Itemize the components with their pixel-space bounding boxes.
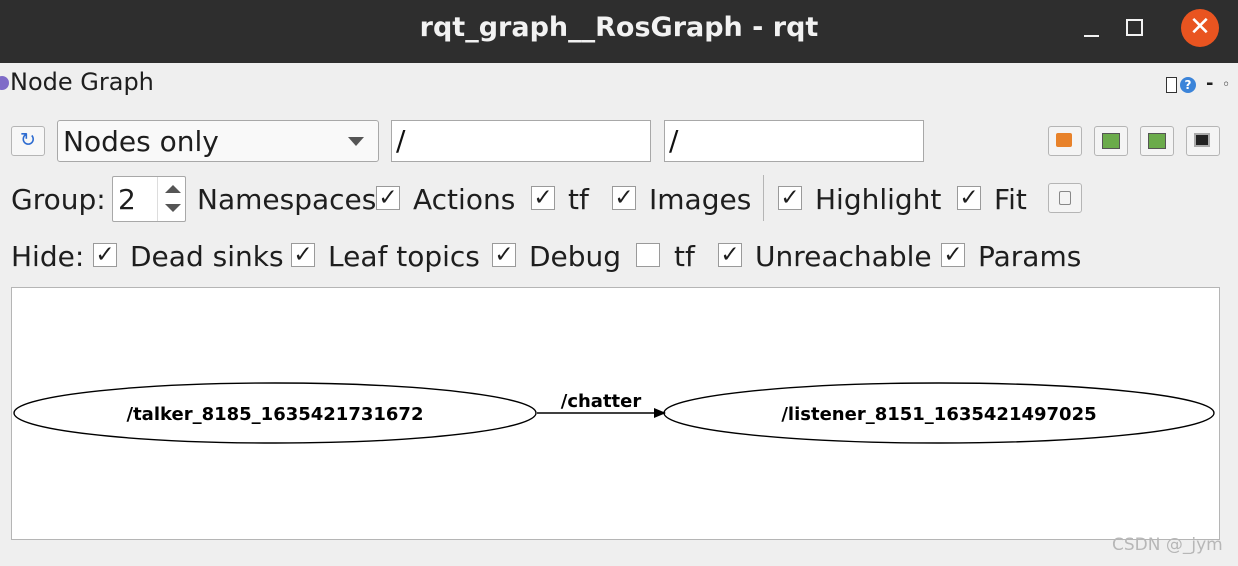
- save-dot-button[interactable]: [1094, 126, 1128, 156]
- dock-icon[interactable]: [1166, 77, 1177, 93]
- unreachable-label: Unreachable: [755, 240, 932, 273]
- group-label: Group:: [11, 183, 106, 216]
- watermark: CSDN @_jym: [1112, 535, 1223, 555]
- chevron-down-icon: [348, 137, 364, 146]
- spin-down-icon[interactable]: [165, 204, 181, 212]
- debug-checkbox[interactable]: ✓: [492, 243, 516, 267]
- namespaces-label: Namespaces: [197, 183, 377, 216]
- group-spinbox[interactable]: 2: [112, 176, 186, 222]
- minimize-button[interactable]: [1070, 10, 1110, 46]
- minimize-icon: [1084, 35, 1099, 37]
- params-checkbox[interactable]: ✓: [941, 243, 965, 267]
- topic-filter-input[interactable]: [669, 123, 914, 157]
- graph-svg: /talker_8185_1635421731672 /listener_815…: [13, 382, 1215, 444]
- graph-canvas[interactable]: /talker_8185_1635421731672 /listener_815…: [11, 287, 1220, 540]
- save-image-button[interactable]: [1186, 126, 1220, 156]
- save-image-icon: [1194, 133, 1210, 147]
- leaf-topics-checkbox[interactable]: ✓: [291, 243, 315, 267]
- plugin-icon: [0, 76, 9, 90]
- topic-filter-field[interactable]: [664, 120, 924, 162]
- spin-divider: [157, 177, 158, 221]
- images-label: Images: [649, 183, 752, 216]
- actions-checkbox[interactable]: ✓: [531, 186, 555, 210]
- float-plugin-icon[interactable]: ◦: [1222, 77, 1230, 93]
- maximize-icon: [1126, 19, 1143, 36]
- spin-up-icon[interactable]: [165, 185, 181, 193]
- refresh-button[interactable]: ↻: [11, 126, 45, 156]
- debug-label: Debug: [529, 240, 622, 273]
- save-svg-icon: [1148, 133, 1166, 149]
- graph-mode-select[interactable]: Nodes only: [57, 120, 379, 162]
- node-filter-input[interactable]: [396, 123, 641, 157]
- maximize-button[interactable]: [1113, 10, 1153, 46]
- load-dot-button[interactable]: [1048, 126, 1082, 156]
- tf-label: tf: [568, 183, 589, 216]
- hide-tf-checkbox[interactable]: [636, 243, 660, 267]
- folder-open-icon: [1056, 133, 1072, 147]
- graph-edge-label: /chatter: [561, 391, 642, 412]
- group-value: 2: [118, 183, 136, 216]
- fit-checkbox[interactable]: ✓: [957, 186, 981, 210]
- namespaces-checkbox[interactable]: ✓: [376, 186, 400, 210]
- highlight-label: Highlight: [815, 183, 942, 216]
- params-label: Params: [978, 240, 1082, 273]
- window-title: rqt_graph__RosGraph - rqt: [419, 12, 819, 43]
- highlight-checkbox[interactable]: ✓: [778, 186, 802, 210]
- fit-in-view-button[interactable]: [1048, 183, 1082, 213]
- leaf-topics-label: Leaf topics: [328, 240, 480, 273]
- options-divider: [763, 175, 764, 221]
- window-titlebar: rqt_graph__RosGraph - rqt ✕: [0, 0, 1238, 63]
- save-svg-button[interactable]: [1140, 126, 1174, 156]
- help-icon[interactable]: ?: [1180, 77, 1196, 93]
- tf-checkbox[interactable]: ✓: [612, 186, 636, 210]
- refresh-icon: ↻: [20, 129, 36, 151]
- minimize-plugin-icon[interactable]: -: [1206, 75, 1213, 93]
- fit-view-icon: [1059, 191, 1071, 205]
- dead-sinks-checkbox[interactable]: ✓: [93, 243, 117, 267]
- graph-node-label: /listener_8151_1635421497025: [781, 404, 1096, 425]
- fit-label: Fit: [994, 183, 1027, 216]
- graph-mode-value: Nodes only: [63, 125, 219, 158]
- close-icon: ✕: [1189, 12, 1211, 42]
- actions-label: Actions: [413, 183, 516, 216]
- dead-sinks-label: Dead sinks: [130, 240, 284, 273]
- hide-tf-label: tf: [674, 240, 695, 273]
- node-filter-field[interactable]: [391, 120, 651, 162]
- plugin-title: Node Graph: [10, 68, 154, 96]
- save-dot-icon: [1102, 133, 1120, 149]
- graph-node-label: /talker_8185_1635421731672: [127, 404, 424, 425]
- unreachable-checkbox[interactable]: ✓: [718, 243, 742, 267]
- hide-label: Hide:: [11, 240, 85, 273]
- close-button[interactable]: ✕: [1181, 9, 1219, 47]
